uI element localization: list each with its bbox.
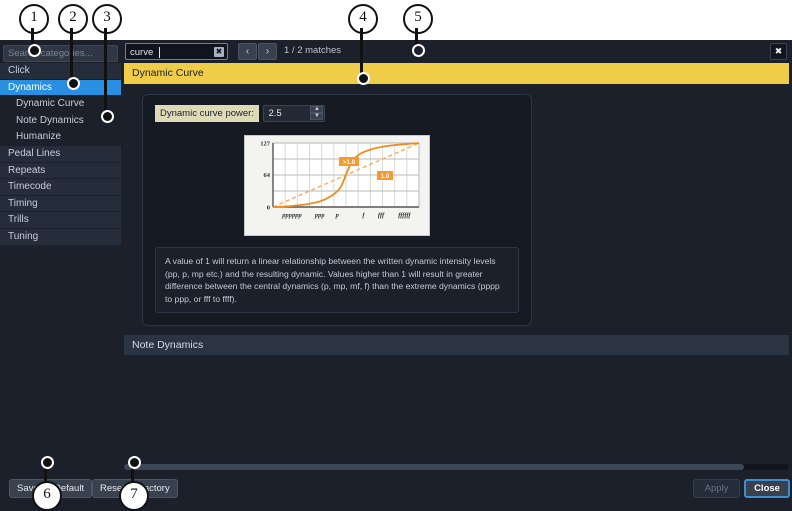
- dynamic-curve-section-body: Dynamic curve power: 2.5 ▲ ▼ 127 64 0 pp…: [124, 84, 789, 334]
- callout-5: 5: [403, 4, 433, 34]
- svg-text:1.0: 1.0: [381, 173, 390, 180]
- sidebar-item-click[interactable]: Click: [0, 63, 121, 80]
- svg-text:p: p: [335, 212, 340, 219]
- callout-3-leader: [104, 28, 107, 114]
- text-caret: [159, 47, 160, 58]
- svg-text:pppppp: pppppp: [281, 212, 302, 219]
- apply-button[interactable]: Apply: [693, 479, 740, 498]
- stepper-down-icon[interactable]: ▼: [310, 113, 324, 120]
- sidebar-item-humanize[interactable]: Humanize: [0, 129, 121, 146]
- callout-7: 7: [119, 481, 149, 511]
- svg-text:>1.0: >1.0: [343, 159, 356, 166]
- callout-6-endpoint: [41, 456, 54, 469]
- callout-3-endpoint: [101, 110, 114, 123]
- svg-text:ffffff: ffffff: [398, 212, 411, 219]
- preferences-window: Click Dynamics Dynamic Curve Note Dynami…: [0, 40, 792, 471]
- svg-text:0: 0: [267, 204, 270, 211]
- dynamic-curve-power-label: Dynamic curve power:: [155, 105, 259, 122]
- callout-1: 1: [19, 4, 49, 34]
- svg-text:127: 127: [260, 140, 271, 147]
- horizontal-scrollbar[interactable]: [124, 464, 789, 470]
- section-header-dynamic-curve[interactable]: Dynamic Curve: [124, 63, 789, 84]
- annotation-gt-one: >1.0: [339, 157, 359, 166]
- match-counter: 1 / 2 matches: [284, 45, 342, 56]
- search-categories-wrap: [3, 43, 118, 62]
- dynamic-curve-description: A value of 1 will return a linear relati…: [155, 247, 519, 313]
- sidebar-item-repeats[interactable]: Repeats: [0, 162, 121, 180]
- next-match-button[interactable]: ›: [258, 43, 277, 60]
- sidebar-item-trills[interactable]: Trills: [0, 212, 121, 229]
- close-icon[interactable]: ✖: [770, 43, 787, 60]
- sidebar-item-dynamics[interactable]: Dynamics: [0, 79, 121, 97]
- dynamic-curve-chart: 127640 ppppppppppffffffffff >1.0: [244, 135, 430, 236]
- dynamic-curve-power-value: 2.5: [268, 108, 282, 119]
- sidebar-item-timecode[interactable]: Timecode: [0, 179, 121, 196]
- note-dynamics-section-body: [124, 355, 789, 373]
- callout-4: 4: [348, 4, 378, 34]
- search-categories-input[interactable]: [3, 45, 118, 62]
- find-input-value: curve: [130, 47, 154, 58]
- content-pane: curve ✖ ‹ › 1 / 2 matches ✖ Dynamic Curv…: [121, 40, 792, 471]
- sidebar-item-pedal-lines[interactable]: Pedal Lines: [0, 145, 121, 163]
- previous-match-button[interactable]: ‹: [238, 43, 257, 60]
- callout-1-endpoint: [28, 44, 41, 57]
- svg-text:64: 64: [264, 172, 271, 179]
- stepper-up-icon[interactable]: ▲: [310, 106, 324, 113]
- close-button[interactable]: Close: [744, 479, 790, 498]
- stepper-arrows: ▲ ▼: [310, 106, 324, 121]
- sidebar-item-timing[interactable]: Timing: [0, 195, 121, 213]
- callout-4-leader: [360, 28, 363, 76]
- scrollbar-thumb[interactable]: [124, 464, 744, 470]
- callout-6: 6: [32, 481, 62, 511]
- dynamic-curve-card: Dynamic curve power: 2.5 ▲ ▼ 127 64 0 pp…: [142, 94, 532, 326]
- settings-scroll-area[interactable]: Dynamic Curve Dynamic curve power: 2.5 ▲…: [124, 63, 789, 462]
- screenshot-root: Click Dynamics Dynamic Curve Note Dynami…: [0, 0, 792, 511]
- callout-3: 3: [92, 4, 122, 34]
- callout-2-endpoint: [67, 77, 80, 90]
- svg-text:fff: fff: [378, 212, 385, 219]
- sidebar-item-tuning[interactable]: Tuning: [0, 228, 121, 246]
- find-toolbar: curve ✖ ‹ › 1 / 2 matches ✖: [121, 40, 792, 63]
- callout-2-leader: [70, 28, 73, 81]
- find-input[interactable]: curve ✖: [125, 43, 228, 60]
- callout-2: 2: [58, 4, 88, 34]
- callout-4-endpoint: [357, 72, 370, 85]
- callout-5-endpoint: [412, 44, 425, 57]
- svg-text:ppp: ppp: [314, 212, 326, 219]
- callout-7-endpoint: [128, 456, 141, 469]
- annotation-one: 1.0: [377, 171, 393, 180]
- dynamic-curve-power-stepper[interactable]: 2.5 ▲ ▼: [263, 105, 326, 122]
- category-list: Click Dynamics Dynamic Curve Note Dynami…: [0, 63, 121, 246]
- dynamic-curve-plot: 127640 pppppp ppp p f fff ffffff >1.0 1.…: [245, 136, 429, 235]
- dynamic-curve-power-row: Dynamic curve power: 2.5 ▲ ▼: [155, 105, 519, 124]
- clear-search-icon[interactable]: ✖: [214, 47, 224, 57]
- section-header-note-dynamics[interactable]: Note Dynamics: [124, 334, 789, 355]
